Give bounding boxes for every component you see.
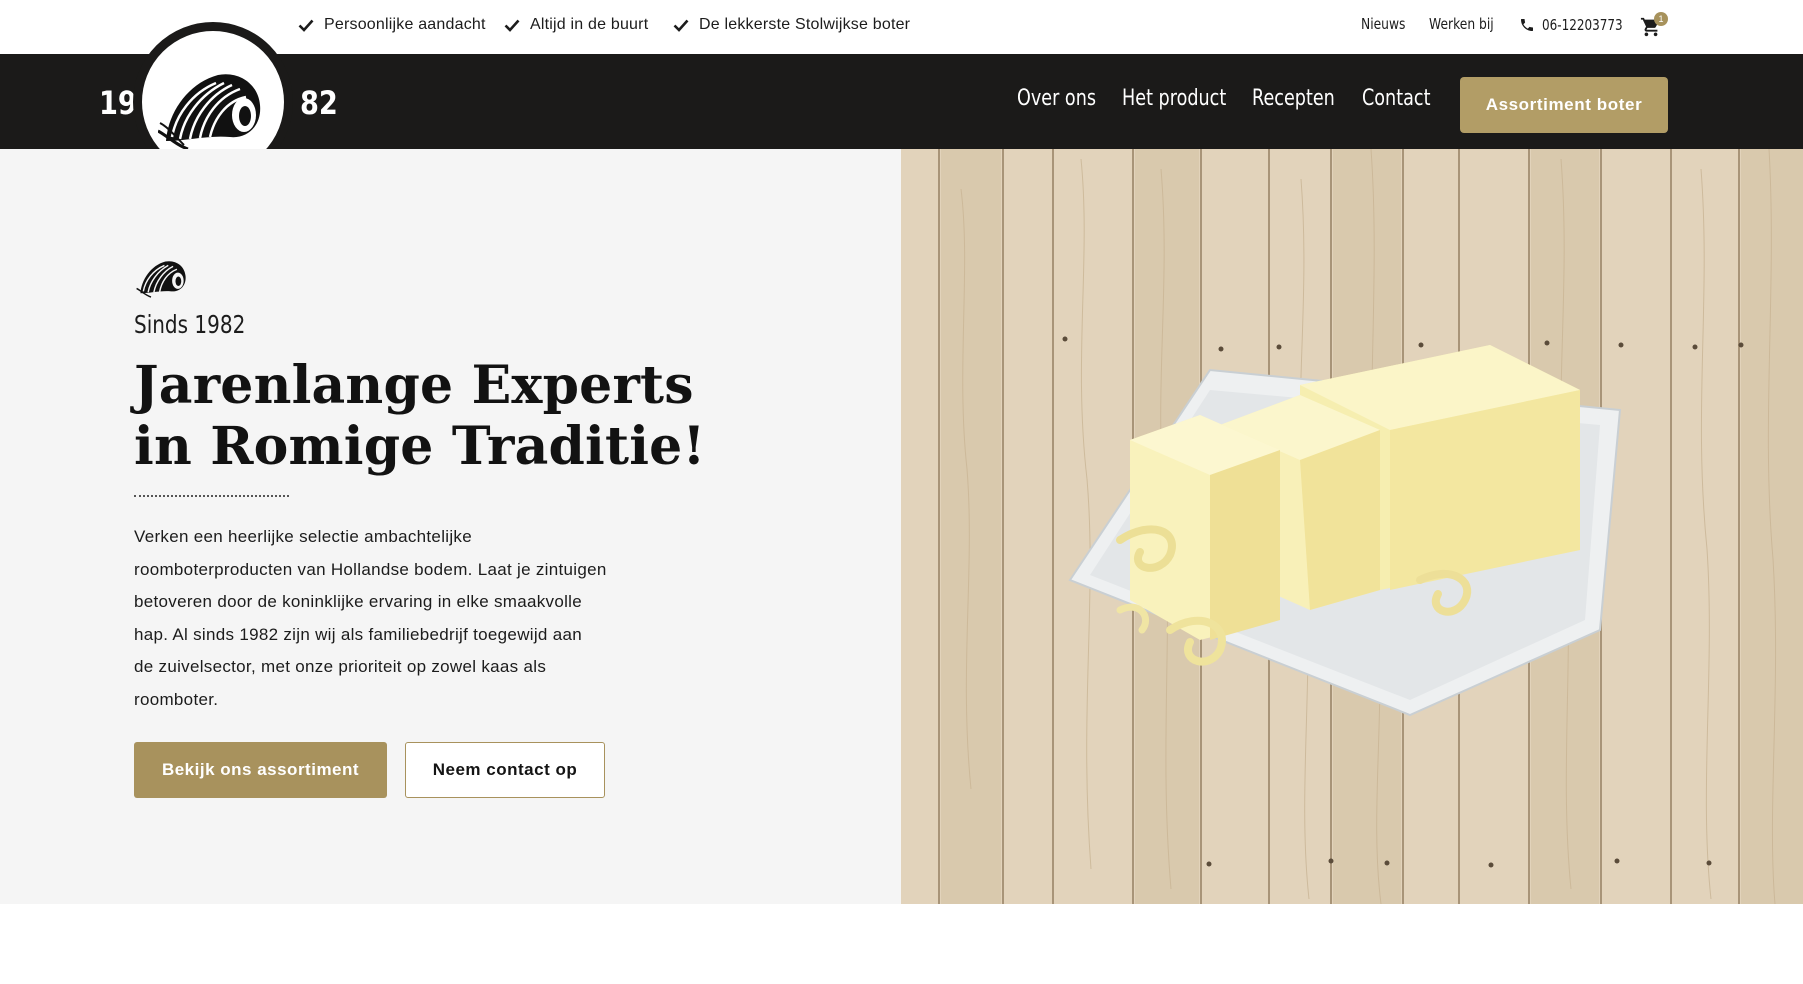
check-icon [298, 19, 314, 32]
hero-headline: Jarenlange Experts in Romige Traditie! [134, 355, 834, 477]
check-icon [673, 19, 689, 32]
logo-year-right: 82 [300, 84, 338, 122]
headline-line: in Romige Traditie! [134, 416, 706, 477]
description-line: de zuivelsector, met onze prioriteit op … [134, 657, 547, 677]
news-link[interactable]: Nieuws [1361, 15, 1405, 33]
description-line: hap. Al sinds 1982 zijn wij als familieb… [134, 624, 582, 644]
hero-description: Verken een heerlijke selectie ambachteli… [134, 521, 654, 717]
view-assortment-button[interactable]: Bekijk ons assortiment [134, 742, 387, 798]
nav-item-contact[interactable]: Contact [1362, 86, 1430, 111]
usp-label: De lekkerste Stolwijkse boter [699, 16, 911, 33]
dotted-divider [134, 495, 289, 497]
usp-label: Altijd in de buurt [530, 16, 649, 33]
nav-item-recipes[interactable]: Recepten [1252, 86, 1335, 111]
cart-count-badge: 1 [1654, 12, 1668, 26]
logo-year-left: 19 [99, 84, 137, 122]
usp-item: De lekkerste Stolwijkse boter [673, 16, 910, 34]
description-line: roomboterproducten van Hollandse bodem. … [134, 559, 607, 579]
butter-block-illustration [1068, 345, 1622, 717]
usp-item: Persoonlijke aandacht [298, 16, 486, 34]
check-icon [504, 19, 520, 32]
nav-item-about[interactable]: Over ons [1017, 86, 1096, 111]
nav-item-product[interactable]: Het product [1122, 86, 1226, 111]
description-line: betoveren door de koninklijke ervaring i… [134, 592, 583, 612]
usp-item: Altijd in de buurt [504, 16, 648, 34]
careers-link[interactable]: Werken bij [1429, 15, 1494, 33]
usp-label: Persoonlijke aandacht [324, 16, 486, 33]
butter-curl-logo-icon [158, 74, 261, 151]
phone-icon [1521, 19, 1533, 31]
headline-line: Jarenlange Experts [134, 355, 694, 416]
assortment-button[interactable]: Assortiment boter [1460, 77, 1668, 133]
butter-curl-icon [136, 261, 186, 298]
description-line: Verken een heerlijke selectie ambachteli… [134, 527, 472, 546]
description-line: roomboter. [134, 689, 219, 709]
phone-link[interactable] [1519, 17, 1535, 33]
phone-number[interactable]: 06-12203773 [1542, 16, 1623, 34]
contact-button[interactable]: Neem contact op [405, 742, 605, 798]
hero-kicker: Sinds 1982 [134, 310, 246, 339]
